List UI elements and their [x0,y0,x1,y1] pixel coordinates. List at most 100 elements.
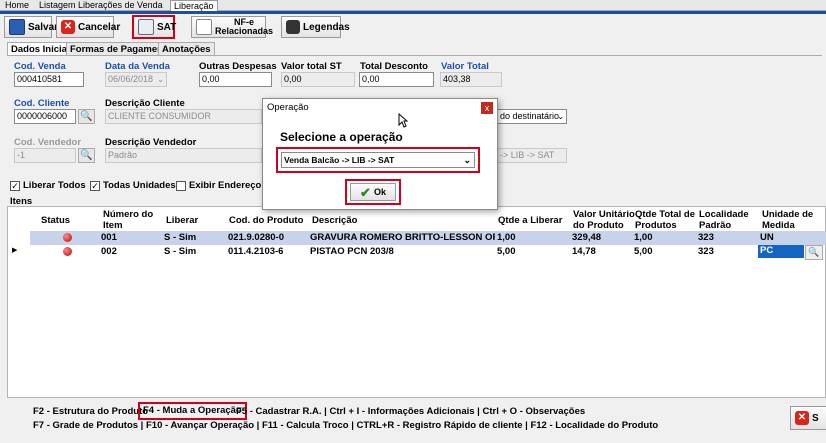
cell-localidade: 323 [698,232,714,243]
outras-despesas-label: Outras Despesas [199,61,277,72]
table-row[interactable]: 002 S - Sim 011.4.2103-6 PISTAO PCN 203/… [30,245,826,260]
col-header-liberar: Liberar [166,215,199,226]
corner-button[interactable]: ✕ S [790,406,826,430]
col-header-valor-unitario: Valor Unitário do Produto [573,209,635,231]
col-header-descricao: Descrição [312,215,358,226]
search-vendedor-button[interactable]: 🔍 [78,148,95,163]
outras-despesas-field[interactable]: 0,00 [199,72,272,87]
chevron-down-icon: ⌄ [557,112,564,121]
save-label: Salvar [28,21,59,33]
cell-valor-unitario: 14,78 [572,246,596,257]
cell-numero: 002 [101,246,117,257]
close-icon: ✕ [795,411,809,425]
dialog-title: Operação [267,102,309,113]
save-button[interactable]: Salvar [4,16,58,38]
legends-button[interactable]: Legendas [281,16,350,38]
cancel-button[interactable]: ✕ Cancelar [56,16,120,38]
subtab-anotacoes[interactable]: Anotações [158,42,215,55]
cell-descricao: GRAVURA ROMERO BRITTO-LESSON OF LOVE-... [310,232,495,243]
col-header-localidade-1: Localidade [699,209,749,220]
col-header-valor-2: do Produto [573,220,624,231]
nfe-relacionadas-button[interactable]: NF-e Relacionadas [191,16,273,38]
cell-localidade: 323 [698,246,714,257]
exibir-endereco-label: Exibir Endereço [189,180,262,191]
valor-total-field: 403,38 [440,72,502,87]
legends-label: Legendas [303,21,350,33]
cell-unidade-editor[interactable]: PC [758,245,804,258]
cell-cod-produto: 021.9.0280-0 [228,232,284,243]
checkmark-icon: ✓ [11,181,19,191]
cell-numero: 001 [101,232,117,243]
sat-icon [138,19,154,35]
nfe-label-line2: Relacionadas [215,26,274,36]
cod-vendedor-field: -1 [14,148,76,163]
col-header-qtde-total: Qtde Total de Produtos [635,209,695,231]
checkmark-icon: ✓ [91,181,99,191]
footer-shortcut-f4-text: F4 - Muda a Operação [143,405,242,416]
cod-cliente-label: Cod. Cliente [14,98,70,109]
col-header-qtde-total-2: Produtos [635,220,677,231]
floppy-icon [9,19,25,35]
col-header-cod-produto: Cod. do Produto [229,215,304,226]
valor-total-st-label: Valor total ST [281,61,342,72]
exibir-endereco-checkbox[interactable] [176,181,186,191]
col-header-qtde-liberar: Qtde a Liberar [498,215,563,226]
title-band [0,11,826,14]
data-venda-value: 06/06/2018 [108,74,154,84]
status-red-icon [63,233,72,242]
cod-cliente-field[interactable]: 0000006000 [14,109,76,124]
cod-vendedor-label: Cod. Vendedor [14,137,82,148]
row-indicator-icon: ▶ [12,247,18,254]
cell-cod-produto: 011.4.2103-6 [228,246,284,257]
cell-qtde-liberar: 1,00 [497,232,516,243]
descricao-vendedor-label: Descrição Vendedor [105,137,197,148]
search-icon[interactable]: 🔍 [805,245,823,260]
table-row[interactable]: 001 S - Sim 021.9.0280-0 GRAVURA ROMERO … [30,231,826,245]
cancel-icon: ✕ [61,20,75,34]
mouse-cursor-icon [398,113,408,128]
total-desconto-field[interactable]: 0,00 [359,72,434,87]
operation-select[interactable]: Venda Balcão -> LIB -> SAT ⌄ [281,152,475,168]
cell-liberar: S - Sim [164,246,197,257]
ok-button[interactable]: ✔ Ok [350,183,396,201]
col-header-qtde-total-1: Qtde Total de [635,209,695,220]
traffic-light-icon [286,20,300,34]
ok-highlight: ✔ Ok [345,179,401,205]
tab-home[interactable]: Home [2,0,32,11]
operation-select-value: Venda Balcão -> LIB -> SAT [284,155,395,165]
search-icon: 🔍 [80,111,93,122]
nfe-label: NF-e Relacionadas [215,18,273,36]
search-cliente-button[interactable]: 🔍 [78,109,95,124]
tab-listagem[interactable]: Listagem Liberações de Venda [36,0,166,11]
col-header-unidade: Unidade de Medida [762,209,813,231]
cell-valor-unitario: 329,48 [572,232,602,243]
liberar-todos-checkbox[interactable]: ✓ [10,181,20,191]
descricao-cliente-label: Descrição Cliente [105,98,185,109]
cell-qtde-total: 5,00 [634,246,653,257]
cod-venda-label: Cod. Venda [14,61,66,72]
close-icon[interactable]: x [481,102,493,114]
col-header-numero-1: Número do [103,209,154,220]
cod-venda-field[interactable]: 000410581 [14,72,84,87]
col-header-unidade-1: Unidade de [762,209,814,220]
search-icon: 🔍 [80,150,93,161]
col-header-numero: Número do Item [103,209,153,231]
chevron-down-icon: ⌄ [157,75,164,84]
liberar-todos-label: Liberar Todos [23,180,86,191]
total-desconto-label: Total Desconto [360,61,428,72]
todas-unidades-label: Todas Unidades [103,180,176,191]
col-header-localidade-2: Padrão [699,220,732,231]
destinatario-select[interactable]: do destinatário ⌄ [497,109,567,124]
cell-unidade: UN [760,232,774,243]
valor-total-st-field: 0,00 [281,72,355,87]
data-venda-field[interactable]: 06/06/2018 ⌄ [105,72,167,87]
items-grid: Status Número do Item Liberar Cod. do Pro… [7,206,826,398]
subtab-divider [7,55,822,56]
select-highlight: Venda Balcão -> LIB -> SAT ⌄ [276,147,480,173]
sat-button[interactable]: SAT [132,15,176,39]
cell-descricao: PISTAO PCN 203/8 [310,246,394,257]
cancel-label: Cancelar [78,21,121,33]
dialog-prompt: Selecione a operação [280,130,403,144]
footer-shortcuts-line2: F7 - Grade de Produtos | F10 - Avançar O… [33,420,659,431]
todas-unidades-checkbox[interactable]: ✓ [90,181,100,191]
